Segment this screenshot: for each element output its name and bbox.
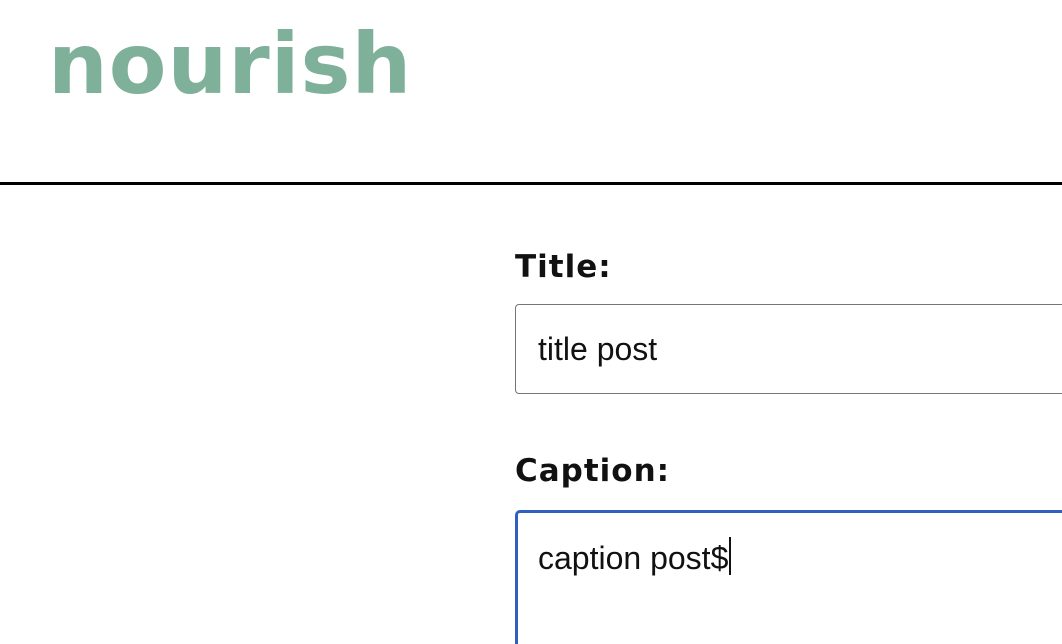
- caption-textarea[interactable]: caption post$: [515, 510, 1062, 644]
- caption-label: Caption:: [515, 453, 671, 489]
- app-logo[interactable]: nourish: [48, 22, 412, 106]
- title-label: Title:: [515, 249, 612, 285]
- title-input[interactable]: title post: [515, 304, 1062, 394]
- header: nourish: [0, 0, 1062, 182]
- caption-textarea-line: caption post$: [538, 537, 732, 577]
- title-input-value: title post: [538, 331, 658, 367]
- header-divider: [0, 182, 1062, 185]
- text-caret: [729, 537, 732, 575]
- caption-textarea-value: caption post$: [538, 540, 729, 576]
